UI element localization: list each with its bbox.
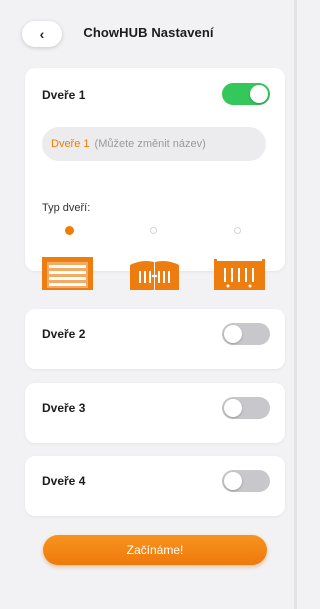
door-label: Dveře 3 xyxy=(42,401,86,415)
door-type-radio-double-gate[interactable] xyxy=(150,227,157,234)
toggle-knob xyxy=(224,399,242,417)
door-type-radio-sliding-gate[interactable] xyxy=(234,227,241,234)
window-edge xyxy=(294,0,297,609)
door-type-label: Typ dveří: xyxy=(42,202,91,214)
toggle-knob xyxy=(224,325,242,343)
door-name-input[interactable]: Dveře 1 (Můžete změnit název) xyxy=(42,127,266,161)
start-button[interactable]: Začínáme! xyxy=(43,535,267,565)
door-card-1: Dveře 1 Dveře 1 (Můžete změnit název) Ty… xyxy=(25,68,285,290)
door-type-radio-garage[interactable] xyxy=(65,226,74,235)
toggle-knob xyxy=(250,85,268,103)
door-4-toggle[interactable] xyxy=(222,470,270,492)
page-title: ChowHUB Nastavení xyxy=(83,25,214,40)
door-name-hint: (Můžete změnit název) xyxy=(94,138,206,150)
door-card-4: Dveře 4 xyxy=(25,456,285,516)
door-2-toggle[interactable] xyxy=(222,323,270,345)
header: ‹ ChowHUB Nastavení xyxy=(0,0,297,68)
door-name-value: Dveře 1 xyxy=(51,138,90,150)
door-card-3: Dveře 3 xyxy=(25,383,285,443)
double-gate-icon[interactable] xyxy=(129,257,180,290)
sliding-gate-icon[interactable] xyxy=(214,257,265,290)
door-label: Dveře 2 xyxy=(42,327,86,341)
door-label: Dveře 4 xyxy=(42,474,86,488)
toggle-knob xyxy=(224,472,242,490)
door-card-2: Dveře 2 xyxy=(25,309,285,369)
garage-door-icon[interactable] xyxy=(42,257,93,290)
door-label: Dveře 1 xyxy=(42,88,86,102)
door-3-toggle[interactable] xyxy=(222,397,270,419)
door-1-toggle[interactable] xyxy=(222,83,270,105)
